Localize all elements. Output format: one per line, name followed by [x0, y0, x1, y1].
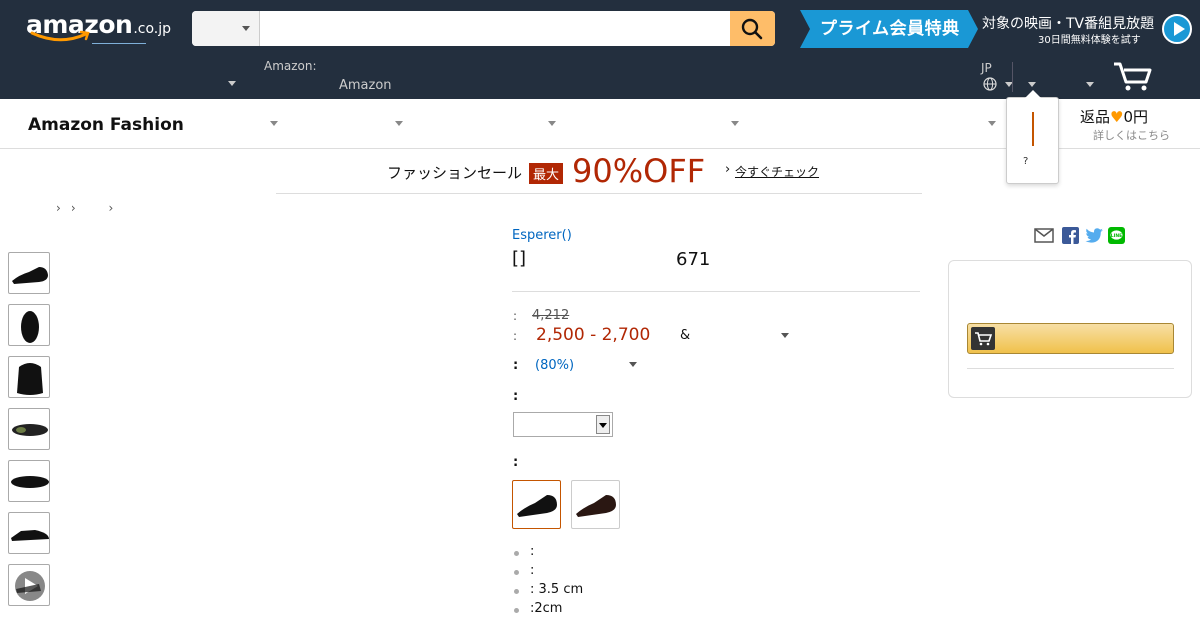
search-category-dropdown[interactable] — [192, 11, 260, 46]
orders-chevron-icon[interactable] — [1086, 82, 1094, 87]
shoe-top-image — [11, 476, 49, 488]
shoe-black-image — [517, 495, 557, 517]
shoe-side-2-image — [11, 530, 49, 541]
returns-details-link[interactable]: 詳しくはこちら — [1093, 127, 1170, 143]
thumbnail-shoe-side[interactable] — [8, 252, 50, 294]
dropdown-button[interactable] — [596, 415, 610, 434]
color-swatch-brown[interactable] — [571, 480, 620, 529]
price-label: : — [513, 329, 518, 343]
thumbnail-shoe-sole[interactable] — [8, 408, 50, 450]
product-title: [] — [512, 248, 527, 269]
shoe-sole-image — [12, 424, 48, 436]
search-icon — [741, 18, 763, 40]
account-chevron-icon[interactable] — [1028, 82, 1036, 87]
sale-discount: 90%OFF — [572, 152, 706, 190]
chevron-down-icon[interactable] — [395, 121, 403, 126]
color-label: : — [513, 455, 519, 470]
price-range: 2,500 - 2,700 — [536, 325, 651, 345]
brand-link[interactable]: Esperer() — [512, 228, 572, 243]
nav-bottom — [0, 56, 1200, 99]
video-play-icon — [15, 571, 45, 601]
globe-icon[interactable] — [983, 77, 997, 91]
cart-icon — [971, 327, 995, 350]
breadcrumb-separator: › — [70, 201, 76, 215]
divider — [967, 368, 1174, 369]
search-button[interactable] — [730, 11, 775, 46]
shoe-back-image — [17, 363, 43, 395]
chevron-down-icon — [599, 423, 607, 428]
thumbnail-list — [8, 252, 50, 616]
sale-text: ファッションセール — [387, 164, 523, 182]
logo-suffix: .co.jp — [133, 21, 172, 37]
chevron-right-icon: › — [725, 162, 731, 177]
logo-underline — [92, 43, 146, 44]
list-item: : — [512, 563, 583, 582]
thumbnail-shoe-side-2[interactable] — [8, 512, 50, 554]
popup-cursor — [1032, 112, 1034, 146]
thumbnail-video[interactable] — [8, 564, 50, 606]
popup-question: ? — [1023, 156, 1029, 167]
size-select[interactable] — [513, 412, 613, 437]
prime-title: 対象の映画・TV番組見放題 — [982, 16, 1155, 32]
fashion-sale-banner[interactable]: ファッションセール 最大 90%OFF › 今すぐチェック — [276, 150, 922, 194]
returns-promo[interactable]: 返品♥0円 — [1080, 106, 1148, 127]
subnav-title[interactable]: Amazon Fashion — [28, 115, 184, 135]
size-label: : — [513, 389, 519, 404]
email-icon[interactable] — [1034, 228, 1054, 243]
line-icon[interactable]: LINE — [1108, 227, 1125, 244]
deliver-to-value[interactable]: Amazon — [339, 78, 392, 93]
color-swatch-black[interactable] — [512, 480, 561, 529]
nav-divider — [1012, 62, 1013, 92]
chevron-down-icon — [242, 26, 250, 31]
language-label[interactable]: JP — [981, 61, 992, 75]
shoe-front-image — [21, 311, 39, 343]
sale-check-link[interactable]: 今すぐチェック — [735, 163, 819, 180]
buy-box — [948, 260, 1192, 398]
returns-value: 0円 — [1123, 108, 1149, 126]
add-to-cart-button[interactable] — [967, 323, 1174, 354]
returns-label: 返品 — [1080, 108, 1111, 126]
sale-max-badge: 最大 — [529, 163, 564, 184]
thumbnail-shoe-back[interactable] — [8, 356, 50, 398]
feature-bullets: : : : 3.5 cm :2cm — [512, 544, 583, 620]
shipping-ampersand: & — [680, 328, 691, 343]
rating-count[interactable]: 671 — [676, 249, 710, 270]
chevron-down-icon[interactable] — [548, 121, 556, 126]
account-popup[interactable]: ? — [1006, 90, 1059, 184]
breadcrumb-separator: › — [108, 201, 114, 215]
deliver-to-label: Amazon: — [264, 59, 317, 73]
thumbnail-shoe-top[interactable] — [8, 460, 50, 502]
twitter-icon[interactable] — [1085, 227, 1104, 244]
facebook-icon[interactable] — [1062, 227, 1079, 244]
reference-price: 4,212 — [532, 308, 570, 323]
chevron-down-icon[interactable] — [270, 121, 278, 126]
breadcrumb: › › › — [56, 201, 123, 215]
prime-tag: プライム会員特典 — [800, 10, 978, 48]
prime-banner[interactable]: プライム会員特典 対象の映画・TV番組見放題 30日間無料体験を試す — [800, 10, 1196, 48]
search-input[interactable] — [260, 11, 730, 46]
discount-value[interactable]: (80%) — [535, 358, 574, 373]
chevron-down-icon[interactable] — [228, 81, 236, 86]
chevron-down-icon[interactable] — [731, 121, 739, 126]
discount-chevron-icon[interactable] — [629, 362, 637, 367]
divider — [512, 291, 920, 292]
list-item: : — [512, 544, 583, 563]
cart-icon[interactable] — [1112, 60, 1154, 92]
shipping-chevron-icon[interactable] — [781, 333, 789, 338]
logo-smile-icon — [30, 30, 90, 42]
heart-icon: ♥ — [1110, 108, 1124, 126]
search-bar — [192, 11, 775, 46]
thumbnail-shoe-front[interactable] — [8, 304, 50, 346]
reference-price-label: : — [513, 309, 518, 323]
chevron-down-icon[interactable] — [988, 121, 996, 126]
shoe-brown-image — [576, 495, 616, 517]
play-icon — [1162, 14, 1192, 44]
breadcrumb-separator: › — [56, 201, 61, 215]
list-item: :2cm — [512, 601, 583, 620]
discount-label: : — [513, 358, 519, 373]
svg-text:LINE: LINE — [1111, 233, 1122, 239]
shoe-side-image — [12, 267, 48, 284]
prime-subtitle: 30日間無料体験を試す — [1038, 35, 1141, 46]
list-item: : 3.5 cm — [512, 582, 583, 601]
